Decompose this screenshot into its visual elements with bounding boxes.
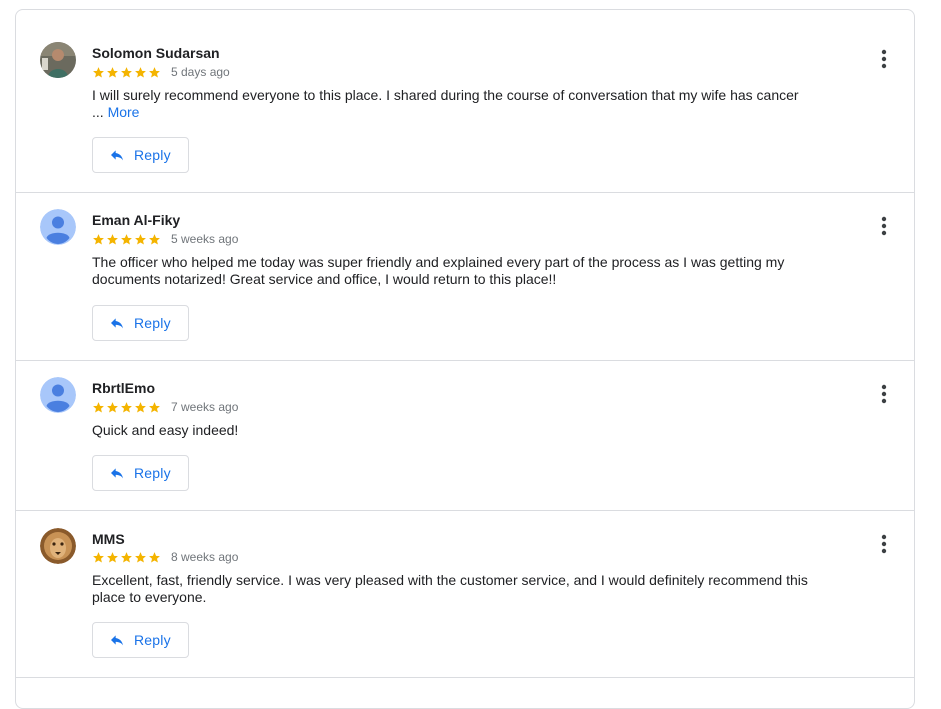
review-card: Eman Al-Fiky 5 weeks ago The officer who…	[16, 193, 914, 361]
star-icon	[107, 66, 118, 77]
user-photo-icon	[40, 42, 76, 78]
reply-button[interactable]: Reply	[92, 137, 189, 173]
star-rating	[92, 66, 161, 79]
reply-label: Reply	[134, 465, 171, 481]
more-link[interactable]: More	[108, 104, 140, 120]
star-rating	[92, 233, 161, 246]
review-text: Excellent, fast, friendly service. I was…	[92, 572, 808, 605]
avatar[interactable]	[40, 377, 76, 413]
review-card: MMS 8 weeks ago Excellent, fast, friendl…	[16, 511, 914, 678]
reply-button[interactable]: Reply	[92, 305, 189, 341]
review-date: 8 weeks ago	[171, 550, 239, 564]
star-icon	[121, 401, 132, 412]
rating-row: 5 days ago	[92, 64, 230, 80]
reviewer-name[interactable]: MMS	[92, 531, 125, 547]
star-icon	[93, 551, 104, 562]
review-body: I will surely recommend everyone to this…	[92, 87, 799, 103]
rating-row: 8 weeks ago	[92, 549, 238, 565]
avatar[interactable]	[40, 528, 76, 564]
reviewer-name[interactable]: Eman Al-Fiky	[92, 212, 180, 228]
more-options-icon[interactable]	[874, 214, 894, 238]
rating-row: 5 weeks ago	[92, 231, 238, 247]
star-rating	[92, 401, 161, 414]
reply-label: Reply	[134, 315, 171, 331]
default-user-icon	[40, 377, 76, 413]
reply-button[interactable]: Reply	[92, 622, 189, 658]
review-card: Solomon Sudarsan 5 days ago I will surel…	[16, 10, 914, 193]
star-icon	[149, 551, 160, 562]
reply-icon	[111, 318, 123, 329]
reviewer-name[interactable]: RbrtlEmo	[92, 380, 155, 396]
review-text: Quick and easy indeed!	[92, 422, 239, 438]
star-icon	[135, 401, 146, 412]
reply-icon	[111, 468, 123, 479]
default-user-icon	[40, 209, 76, 245]
review-date: 5 weeks ago	[171, 232, 239, 246]
star-icon	[135, 66, 146, 77]
ellipsis: ...	[92, 104, 104, 120]
review-text: I will surely recommend everyone to this…	[92, 87, 822, 121]
avatar[interactable]	[40, 42, 76, 78]
more-options-icon[interactable]	[874, 532, 894, 556]
review-card: RbrtlEmo 7 weeks ago Quick and easy inde…	[16, 361, 914, 511]
star-icon	[149, 66, 160, 77]
star-rating	[92, 551, 161, 564]
reply-label: Reply	[134, 147, 171, 163]
reviews-panel: Solomon Sudarsan 5 days ago I will surel…	[15, 9, 915, 709]
more-options-icon[interactable]	[874, 382, 894, 406]
star-icon	[93, 66, 104, 77]
reviewer-name[interactable]: Solomon Sudarsan	[92, 45, 220, 61]
star-icon	[107, 551, 118, 562]
user-photo-icon	[40, 528, 76, 564]
star-icon	[93, 233, 104, 244]
review-text: The officer who helped me today was supe…	[92, 254, 785, 287]
rating-row: 7 weeks ago	[92, 399, 238, 415]
star-icon	[149, 401, 160, 412]
star-icon	[149, 233, 160, 244]
star-icon	[107, 401, 118, 412]
star-icon	[121, 551, 132, 562]
star-icon	[121, 66, 132, 77]
reply-icon	[111, 635, 123, 646]
star-icon	[135, 233, 146, 244]
reply-icon	[111, 150, 123, 161]
reply-label: Reply	[134, 632, 171, 648]
star-icon	[107, 233, 118, 244]
star-icon	[135, 551, 146, 562]
review-date: 5 days ago	[171, 65, 230, 79]
star-icon	[121, 233, 132, 244]
more-options-icon[interactable]	[874, 47, 894, 71]
review-date: 7 weeks ago	[171, 400, 239, 414]
reply-button[interactable]: Reply	[92, 455, 189, 491]
star-icon	[93, 401, 104, 412]
avatar[interactable]	[40, 209, 76, 245]
